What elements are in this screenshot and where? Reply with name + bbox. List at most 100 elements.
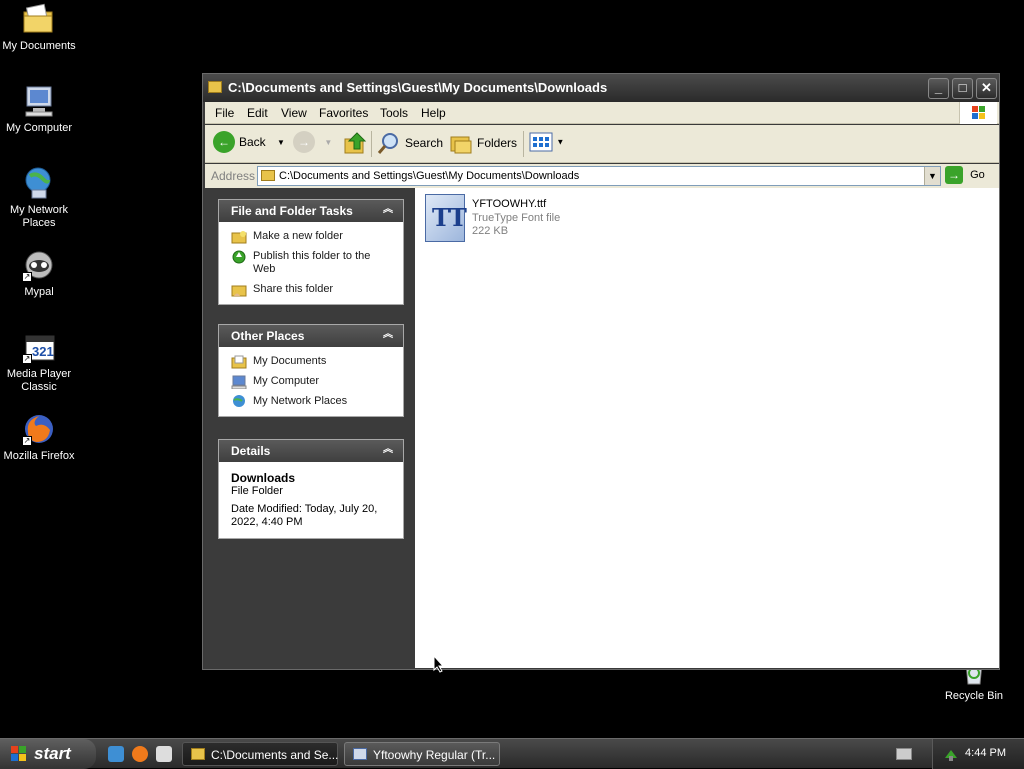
desktop-icon-label: My Network Places <box>9 204 69 229</box>
menu-edit[interactable]: Edit <box>247 106 268 120</box>
file-size: 222 KB <box>472 225 509 237</box>
start-label: start <box>34 744 71 763</box>
truetype-font-icon: TT <box>425 194 467 242</box>
collapse-chevron-icon[interactable]: ︽ <box>381 203 395 217</box>
menu-file[interactable]: File <box>215 106 234 120</box>
task-publish-folder[interactable]: Publish this folder to the Web <box>231 250 393 276</box>
panel-header[interactable]: Details ︽ <box>219 440 403 462</box>
address-bar: Address C:\Documents and Settings\Guest\… <box>205 164 999 188</box>
collapse-chevron-icon[interactable]: ︽ <box>381 443 395 457</box>
place-label: My Documents <box>253 355 327 367</box>
search-icon <box>377 133 398 154</box>
desktop-icon-label: Recycle Bin <box>944 690 1004 702</box>
desktop: My Documents My Computer My Network Plac… <box>0 0 1024 738</box>
back-arrow-icon: ← <box>213 131 235 153</box>
panel-file-folder-tasks: File and Folder Tasks ︽ Make a new folde… <box>218 199 404 305</box>
task-label: Make a new folder <box>253 230 343 242</box>
file-type: TrueType Font file <box>472 212 561 224</box>
toolbar-separator <box>371 131 372 157</box>
back-button[interactable]: ← Back ▼ <box>213 131 285 157</box>
shortcut-arrow-icon: ↗ <box>22 354 32 364</box>
menu-view[interactable]: View <box>281 106 307 120</box>
clock[interactable]: 4:44 PM <box>965 747 1006 759</box>
shortcut-arrow-icon: ↗ <box>22 436 32 446</box>
place-network-places[interactable]: My Network Places <box>231 395 393 408</box>
up-folder-button[interactable] <box>343 131 367 157</box>
go-button[interactable]: → Go <box>945 166 985 186</box>
menu-favorites[interactable]: Favorites <box>319 106 368 120</box>
desktop-icon-label: Media Player Classic <box>6 368 72 393</box>
system-tray: 4:44 PM <box>932 739 1024 769</box>
svg-text:321: 321 <box>32 344 54 359</box>
task-label: C:\Documents and Se... <box>211 748 339 762</box>
new-folder-icon <box>231 231 247 244</box>
quicklaunch-media-player-icon[interactable] <box>156 746 172 762</box>
file-name: YFTOOWHY.ttf <box>472 198 547 210</box>
place-my-computer[interactable]: My Computer <box>231 375 393 389</box>
taskbar-task-explorer[interactable]: C:\Documents and Se... <box>182 742 338 766</box>
panel-header[interactable]: Other Places ︽ <box>219 325 403 347</box>
mouse-cursor-icon <box>433 655 445 673</box>
panel-other-places: Other Places ︽ My Documents My Computer … <box>218 324 404 417</box>
task-label: Publish this folder to the Web <box>253 250 371 275</box>
desktop-icon-my-computer[interactable]: My Computer <box>0 84 78 135</box>
panel-header[interactable]: File and Folder Tasks ︽ <box>219 200 403 222</box>
font-icon-glyph: TT <box>432 203 467 232</box>
font-file-icon <box>353 748 367 760</box>
desktop-icon-label: My Computer <box>5 122 73 134</box>
address-label: Address <box>211 169 256 183</box>
task-pane: File and Folder Tasks ︽ Make a new folde… <box>205 188 415 668</box>
minimize-button[interactable]: _ <box>928 78 949 99</box>
safely-remove-icon[interactable] <box>943 746 959 762</box>
details-name: Downloads <box>231 471 296 485</box>
forward-button[interactable]: → ▼ <box>293 131 332 157</box>
start-button[interactable]: start <box>0 739 96 769</box>
folders-button[interactable]: Folders <box>449 131 517 157</box>
views-button[interactable]: ▼ <box>529 131 564 157</box>
explorer-window[interactable]: C:\Documents and Settings\Guest\My Docum… <box>202 73 1000 670</box>
search-button[interactable]: Search <box>377 131 443 157</box>
quicklaunch-ie-icon[interactable] <box>108 746 124 762</box>
network-places-icon <box>22 166 56 200</box>
maximize-button[interactable]: □ <box>952 78 973 99</box>
network-places-icon <box>233 395 245 407</box>
chevron-down-icon[interactable]: ▼ <box>556 138 564 147</box>
desktop-icon-network-places[interactable]: My Network Places <box>0 166 78 230</box>
title-bar[interactable]: C:\Documents and Settings\Guest\My Docum… <box>203 74 999 102</box>
share-folder-icon <box>231 285 247 297</box>
panel-title: Other Places <box>231 329 305 343</box>
firefox-icon: ↗ <box>22 412 56 446</box>
taskbar-task-font-viewer[interactable]: Yftoowhy Regular (Tr... <box>344 742 500 766</box>
file-list[interactable]: TT YFTOOWHY.ttf TrueType Font file 222 K… <box>415 188 999 668</box>
forward-arrow-icon: → <box>293 131 315 153</box>
up-folder-icon <box>344 132 367 154</box>
taskbar: start C:\Documents and Se... Yftoowhy Re… <box>0 738 1024 769</box>
desktop-icon-media-player[interactable]: 321 ↗ Media Player Classic <box>0 330 78 394</box>
my-documents-icon <box>231 355 247 369</box>
menu-tools[interactable]: Tools <box>380 106 408 120</box>
chevron-down-icon[interactable]: ▼ <box>277 138 285 147</box>
desktop-icon-mypal[interactable]: ↗ Mypal <box>0 248 78 299</box>
panel-details: Details ︽ Downloads File Folder Date Mod… <box>218 439 404 539</box>
menu-help[interactable]: Help <box>421 106 446 120</box>
desktop-icon-my-documents[interactable]: My Documents <box>0 2 78 53</box>
collapse-chevron-icon[interactable]: ︽ <box>381 328 395 342</box>
task-make-new-folder[interactable]: Make a new folder <box>231 230 393 244</box>
desktop-icon-label: Mypal <box>24 286 54 298</box>
file-item[interactable]: TT YFTOOWHY.ttf TrueType Font file 222 K… <box>425 194 625 244</box>
shortcut-arrow-icon: ↗ <box>22 272 32 282</box>
quicklaunch-firefox-icon[interactable] <box>132 746 148 762</box>
my-computer-icon <box>22 84 56 118</box>
folder-icon <box>208 81 222 93</box>
address-dropdown-button[interactable]: ▼ <box>924 167 940 185</box>
task-label: Share this folder <box>253 283 334 295</box>
task-share-folder[interactable]: Share this folder <box>231 283 393 297</box>
desktop-icon-firefox[interactable]: ↗ Mozilla Firefox <box>0 412 78 463</box>
desktop-icon-label: Mozilla Firefox <box>3 450 75 462</box>
back-label: Back <box>239 135 266 149</box>
address-field[interactable]: C:\Documents and Settings\Guest\My Docum… <box>257 166 941 186</box>
keyboard-icon[interactable] <box>896 748 912 760</box>
my-computer-icon <box>231 375 247 389</box>
close-button[interactable]: ✕ <box>976 78 997 99</box>
place-my-documents[interactable]: My Documents <box>231 355 393 369</box>
